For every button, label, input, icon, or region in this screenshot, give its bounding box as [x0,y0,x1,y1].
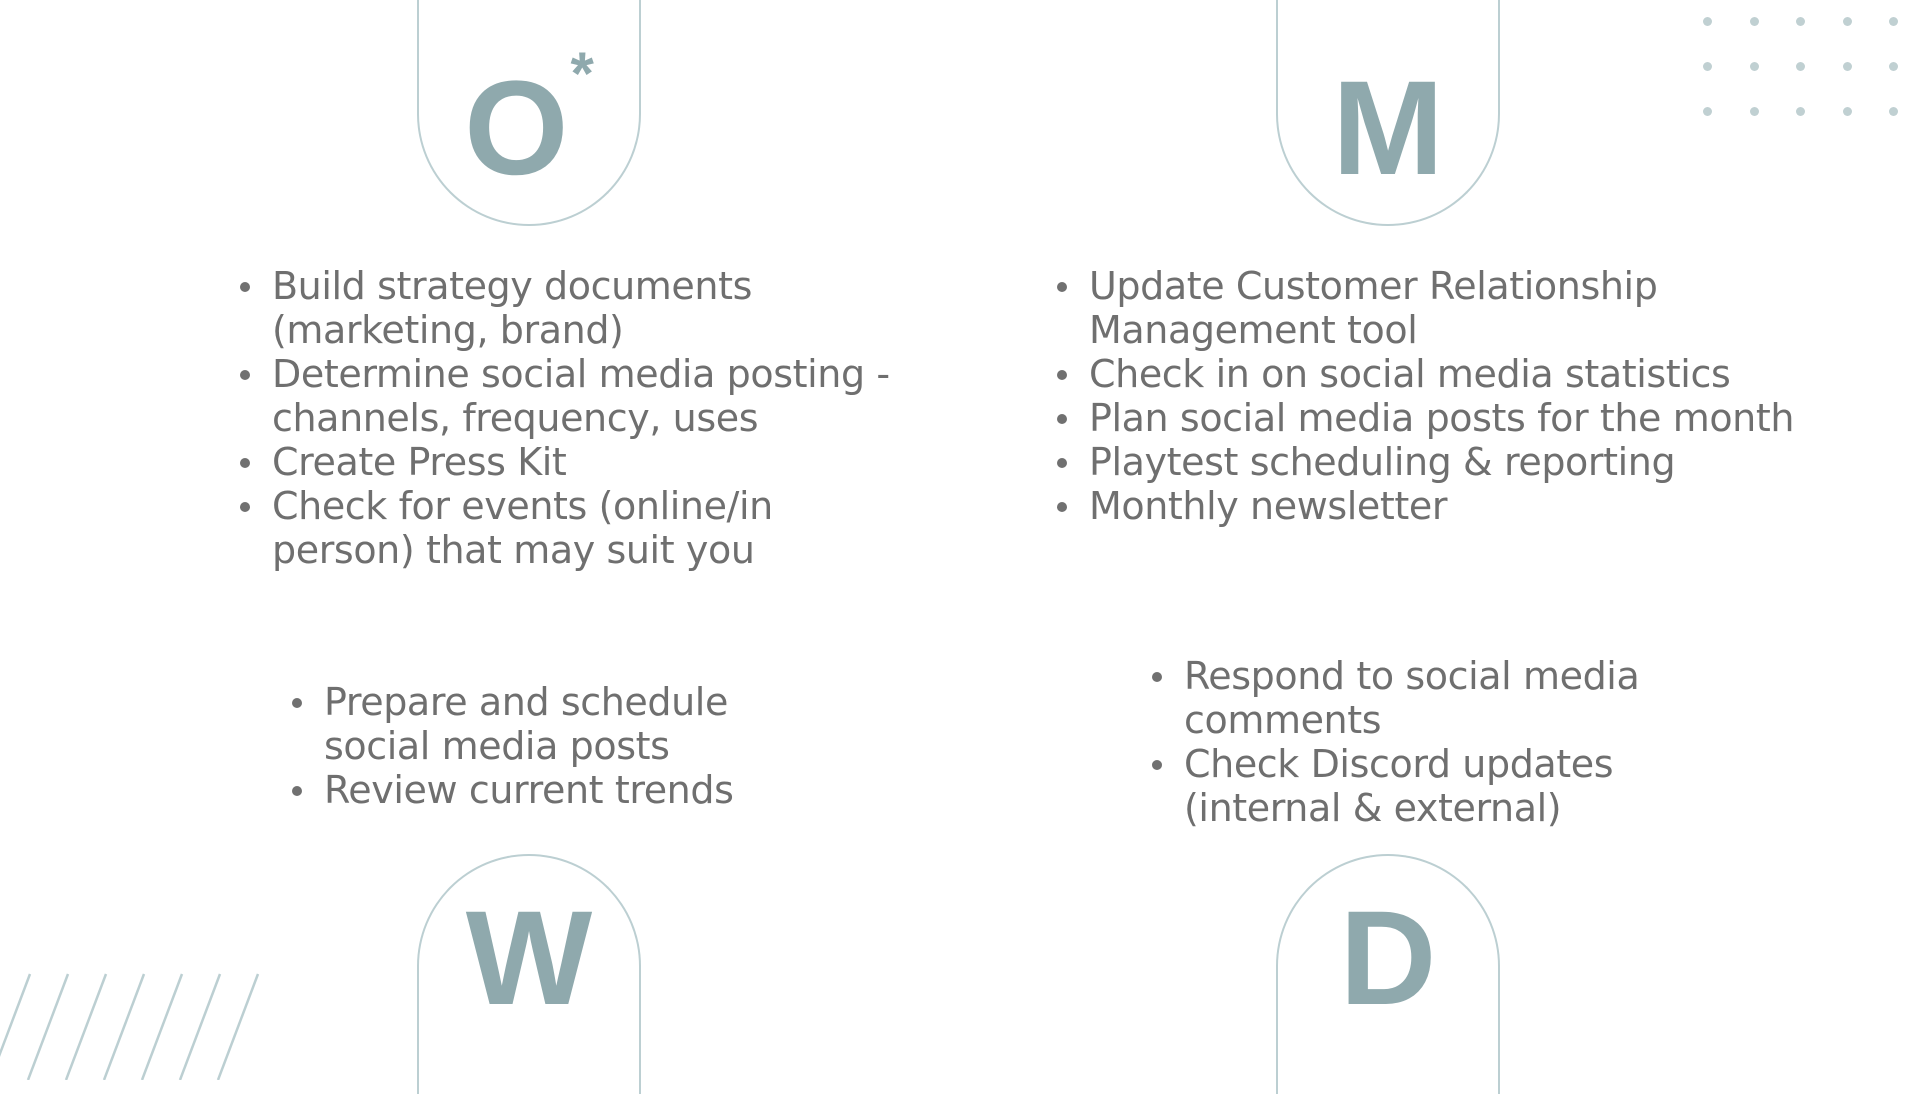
task-list-once: Build strategy documents (marketing, bra… [238,264,892,572]
decorative-dot [1889,17,1898,26]
decorative-dot [1703,62,1712,71]
decorative-dot [1796,62,1805,71]
decorative-stripe [0,973,32,1058]
list-item: Build strategy documents (marketing, bra… [240,264,892,352]
list-item: Check Discord updates (internal & extern… [1152,742,1744,830]
decorative-stripe [178,973,222,1080]
list-item: Determine social media posting - channel… [240,352,892,440]
list-item: Check for events (online/in person) that… [240,484,892,572]
task-list-daily: Respond to social media comments Check D… [1150,654,1744,830]
list-item: Respond to social media comments [1152,654,1744,742]
letter-daily: D [1339,884,1437,1033]
decorative-dot [1842,17,1852,26]
letter-once-text: O [464,54,569,203]
decorative-dot [1796,107,1805,116]
decorative-dot [1703,107,1712,116]
decorative-dot-grid [1703,17,1903,127]
decorative-dot [1796,17,1805,26]
list-item: Update Customer Relationship Management … [1057,264,1809,352]
list-item: Monthly newsletter [1057,484,1809,528]
list-item: Check in on social media statistics [1057,352,1809,396]
decorative-dot [1842,62,1852,71]
list-item: Plan social media posts for the month [1057,396,1809,440]
decorative-dot [1703,17,1712,26]
list-item: Review current trends [292,768,844,812]
decorative-dot [1889,62,1898,71]
decorative-dot [1749,107,1759,116]
decorative-dot [1842,107,1852,116]
decorative-stripe [102,973,146,1080]
letter-weekly: W [465,884,593,1033]
decorative-dot [1889,107,1898,116]
task-list-monthly: Update Customer Relationship Management … [1055,264,1809,528]
decorative-stripe [216,973,260,1080]
decorative-stripes [0,973,260,1080]
decorative-stripe [26,973,70,1080]
decorative-stripe [140,973,184,1080]
decorative-dot [1749,62,1759,71]
decorative-dot [1749,17,1759,26]
list-item: Prepare and schedule social media posts [292,680,844,768]
letter-once: O* [417,44,641,196]
decorative-stripe [64,973,108,1080]
asterisk-marker: * [570,40,594,107]
task-list-weekly: Prepare and schedule social media posts … [290,680,844,812]
list-item: Playtest scheduling & reporting [1057,440,1809,484]
list-item: Create Press Kit [240,440,892,484]
letter-monthly: M [1332,54,1444,203]
